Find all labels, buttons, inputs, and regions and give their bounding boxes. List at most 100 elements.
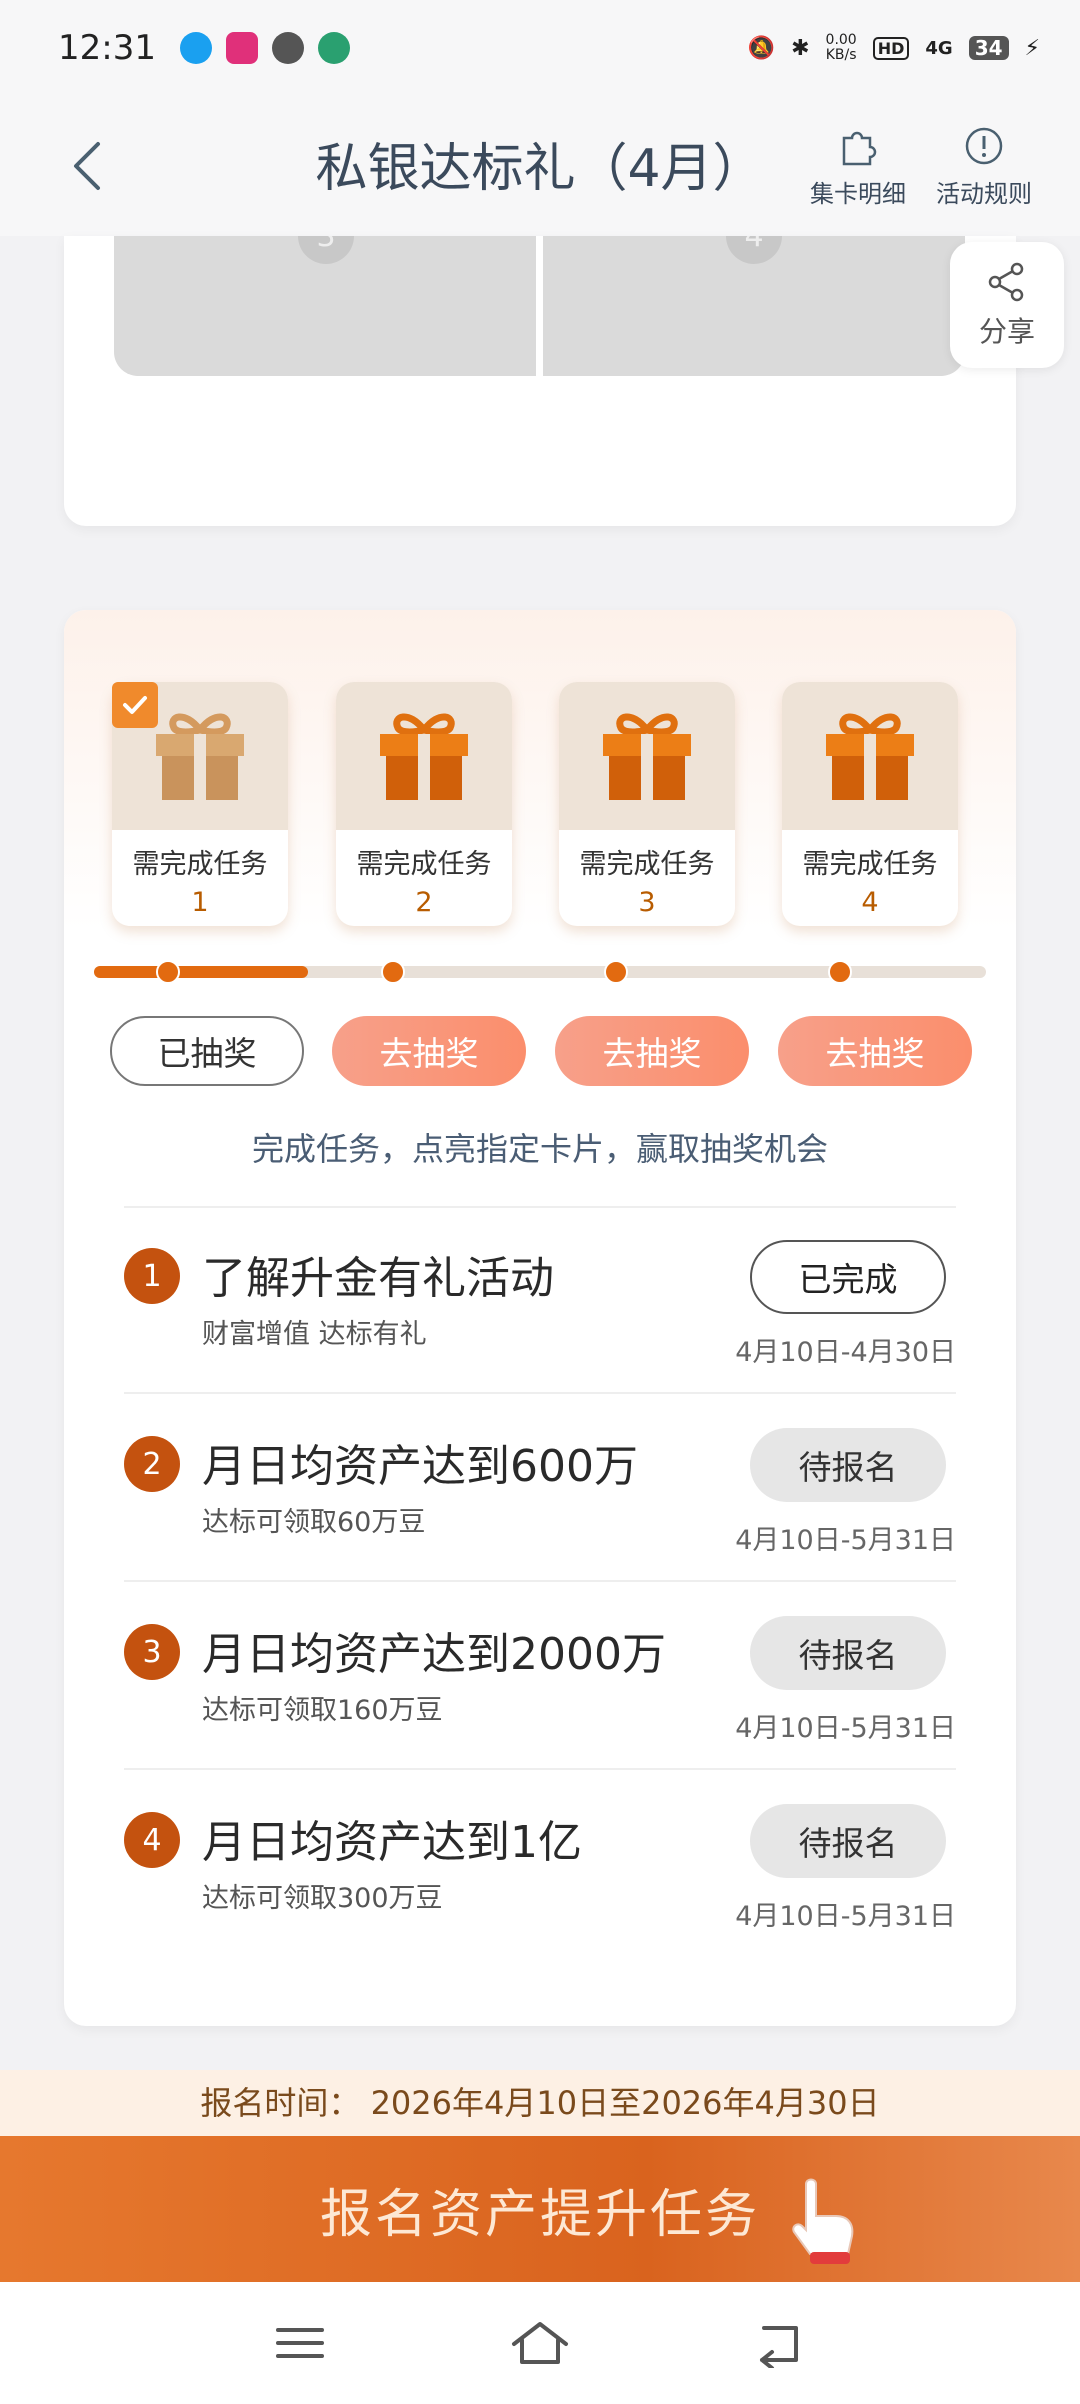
- share-button[interactable]: 分享: [950, 242, 1064, 368]
- progress-dot-4: [827, 960, 852, 984]
- task-subtitle: 达标可领取160万豆: [202, 1695, 443, 1726]
- message-icon: [271, 32, 304, 64]
- register-task-button[interactable]: 报名资产提升任务: [0, 2136, 1080, 2282]
- card-details-button[interactable]: 集卡明细: [788, 124, 928, 209]
- task-date: 4月10日-4月30日: [735, 1337, 956, 1368]
- home-icon: [512, 2322, 568, 2364]
- qq-icon: [179, 32, 212, 64]
- gift-box-icon: [603, 713, 691, 800]
- gift-image: [336, 682, 512, 830]
- draw-button-3[interactable]: 去抽奖: [555, 1016, 749, 1086]
- gift-image: [782, 682, 958, 830]
- task-subtitle: 达标可领取60万豆: [202, 1507, 426, 1538]
- gift-label: 需完成任务: [579, 849, 715, 880]
- nav-back-button[interactable]: [752, 2318, 812, 2370]
- status-bar: 12:31 🔕 ✱ 0.00 KB/s HD 4G 34 ⚡: [0, 0, 1080, 96]
- status-right: 🔕 ✱ 0.00 KB/s HD 4G 34 ⚡: [748, 33, 1040, 63]
- task-index: 2: [124, 1436, 180, 1492]
- pending-signup-button[interactable]: 待报名: [750, 1428, 946, 1502]
- taobao-icon: [225, 32, 258, 64]
- gift-card-3[interactable]: 需完成任务 3: [559, 682, 735, 926]
- draw-button-4[interactable]: 去抽奖: [778, 1016, 972, 1086]
- gift-label: 需完成任务: [802, 849, 938, 880]
- back-button[interactable]: [60, 136, 120, 196]
- task-item-4: 4 月日均资产达到1亿 达标可领取300万豆 待报名 4月10日-5月31日: [124, 1772, 956, 1958]
- gift-card-4[interactable]: 需完成任务 4: [782, 682, 958, 926]
- task-date: 4月10日-5月31日: [735, 1901, 956, 1932]
- task-item-1: 1 了解升金有礼活动 财富增值 达标有礼 已完成 4月10日-4月30日: [124, 1208, 956, 1394]
- nav-home-button[interactable]: [510, 2318, 570, 2368]
- draw-button-2[interactable]: 去抽奖: [332, 1016, 526, 1086]
- battery-level: 34: [968, 36, 1009, 60]
- progress-dot-3: [603, 960, 628, 984]
- pointing-hand-icon: [792, 2178, 854, 2264]
- gift-list: 需完成任务 1 需完成任务 2 需完成任务 3 需完成任务 4: [112, 682, 972, 932]
- gift-number: 3: [638, 887, 656, 918]
- activity-rules-button[interactable]: 活动规则: [914, 124, 1054, 209]
- bluetooth-icon: ✱: [791, 35, 810, 61]
- signal-label: 4G: [925, 37, 953, 59]
- hint-text: 完成任务，点亮指定卡片，赢取抽奖机会: [251, 1130, 828, 1168]
- gift-number: 4: [861, 887, 879, 918]
- hd-badge: HD: [872, 36, 910, 60]
- task-index: 1: [124, 1248, 180, 1304]
- drawn-button[interactable]: 已抽奖: [110, 1016, 304, 1086]
- task-subtitle: 财富增值 达标有礼: [202, 1319, 427, 1350]
- gift-label: 需完成任务: [356, 849, 492, 880]
- card-slot-4[interactable]: 4: [543, 236, 965, 376]
- return-icon: [760, 2326, 798, 2370]
- task-title: 了解升金有礼活动: [202, 1253, 554, 1304]
- pending-signup-button[interactable]: 待报名: [750, 1616, 946, 1690]
- charging-icon: ⚡: [1024, 35, 1040, 61]
- progress-fill: [94, 966, 309, 978]
- task-title: 月日均资产达到1亿: [202, 1817, 582, 1868]
- header: 私银达标礼（4月） 集卡明细 活动规则: [0, 96, 1080, 236]
- register-task-label: 报名资产提升任务: [319, 2184, 760, 2245]
- task-item-2: 2 月日均资产达到600万 达标可领取60万豆 待报名 4月10日-5月31日: [124, 1396, 956, 1582]
- card-slot-number: 4: [726, 236, 782, 264]
- gift-box-icon: [156, 713, 244, 800]
- system-nav-bar: [0, 2282, 1080, 2404]
- gift-box-icon: [826, 713, 914, 800]
- puzzle-icon: [842, 131, 877, 166]
- task-index: 4: [124, 1812, 180, 1868]
- task-index: 3: [124, 1624, 180, 1680]
- gift-image: [559, 682, 735, 830]
- chevron-left-icon: [74, 142, 100, 190]
- progress-dot-1: [156, 960, 181, 984]
- registration-period: 报名时间： 2026年4月10日至2026年4月30日: [0, 2070, 1080, 2136]
- share-label: 分享: [978, 315, 1035, 348]
- card-slot-3[interactable]: 3: [114, 236, 536, 376]
- notification-icons: [179, 32, 350, 64]
- progress-track: [94, 960, 986, 984]
- gift-number: 1: [191, 887, 209, 918]
- completed-button[interactable]: 已完成: [750, 1240, 946, 1314]
- task-date: 4月10日-5月31日: [735, 1713, 956, 1744]
- status-time: 12:31: [58, 28, 156, 68]
- task-card: 需完成任务 1 需完成任务 2 需完成任务 3 需完成任务 4 已抽奖 去抽奖 …: [64, 610, 1016, 2026]
- gift-number: 2: [415, 887, 433, 918]
- nav-menu-button[interactable]: [270, 2318, 330, 2368]
- task-item-3: 3 月日均资产达到2000万 达标可领取160万豆 待报名 4月10日-5月31…: [124, 1584, 956, 1770]
- menu-icon: [276, 2328, 324, 2358]
- gift-label: 需完成任务: [132, 849, 268, 880]
- card-details-label: 集卡明细: [810, 180, 906, 208]
- activity-rules-label: 活动规则: [936, 180, 1032, 208]
- task-title: 月日均资产达到2000万: [202, 1629, 666, 1680]
- task-subtitle: 达标可领取300万豆: [202, 1883, 443, 1914]
- share-icon: [988, 262, 1024, 302]
- mute-icon: 🔕: [747, 35, 776, 61]
- card-slot-number: 3: [298, 236, 354, 264]
- mobile-carrier-icon: [317, 32, 350, 64]
- task-title: 月日均资产达到600万: [202, 1441, 638, 1492]
- card-collection-panel: 3 4: [64, 236, 1016, 526]
- pending-signup-button[interactable]: 待报名: [750, 1804, 946, 1878]
- gift-card-2[interactable]: 需完成任务 2: [336, 682, 512, 926]
- check-icon: [123, 696, 147, 714]
- info-icon: [965, 127, 1003, 165]
- net-speed: 0.00 KB/s: [825, 32, 857, 63]
- checked-badge: [112, 682, 158, 728]
- task-date: 4月10日-5月31日: [735, 1525, 956, 1556]
- progress-dot-2: [380, 960, 405, 984]
- gift-box-icon: [380, 713, 468, 800]
